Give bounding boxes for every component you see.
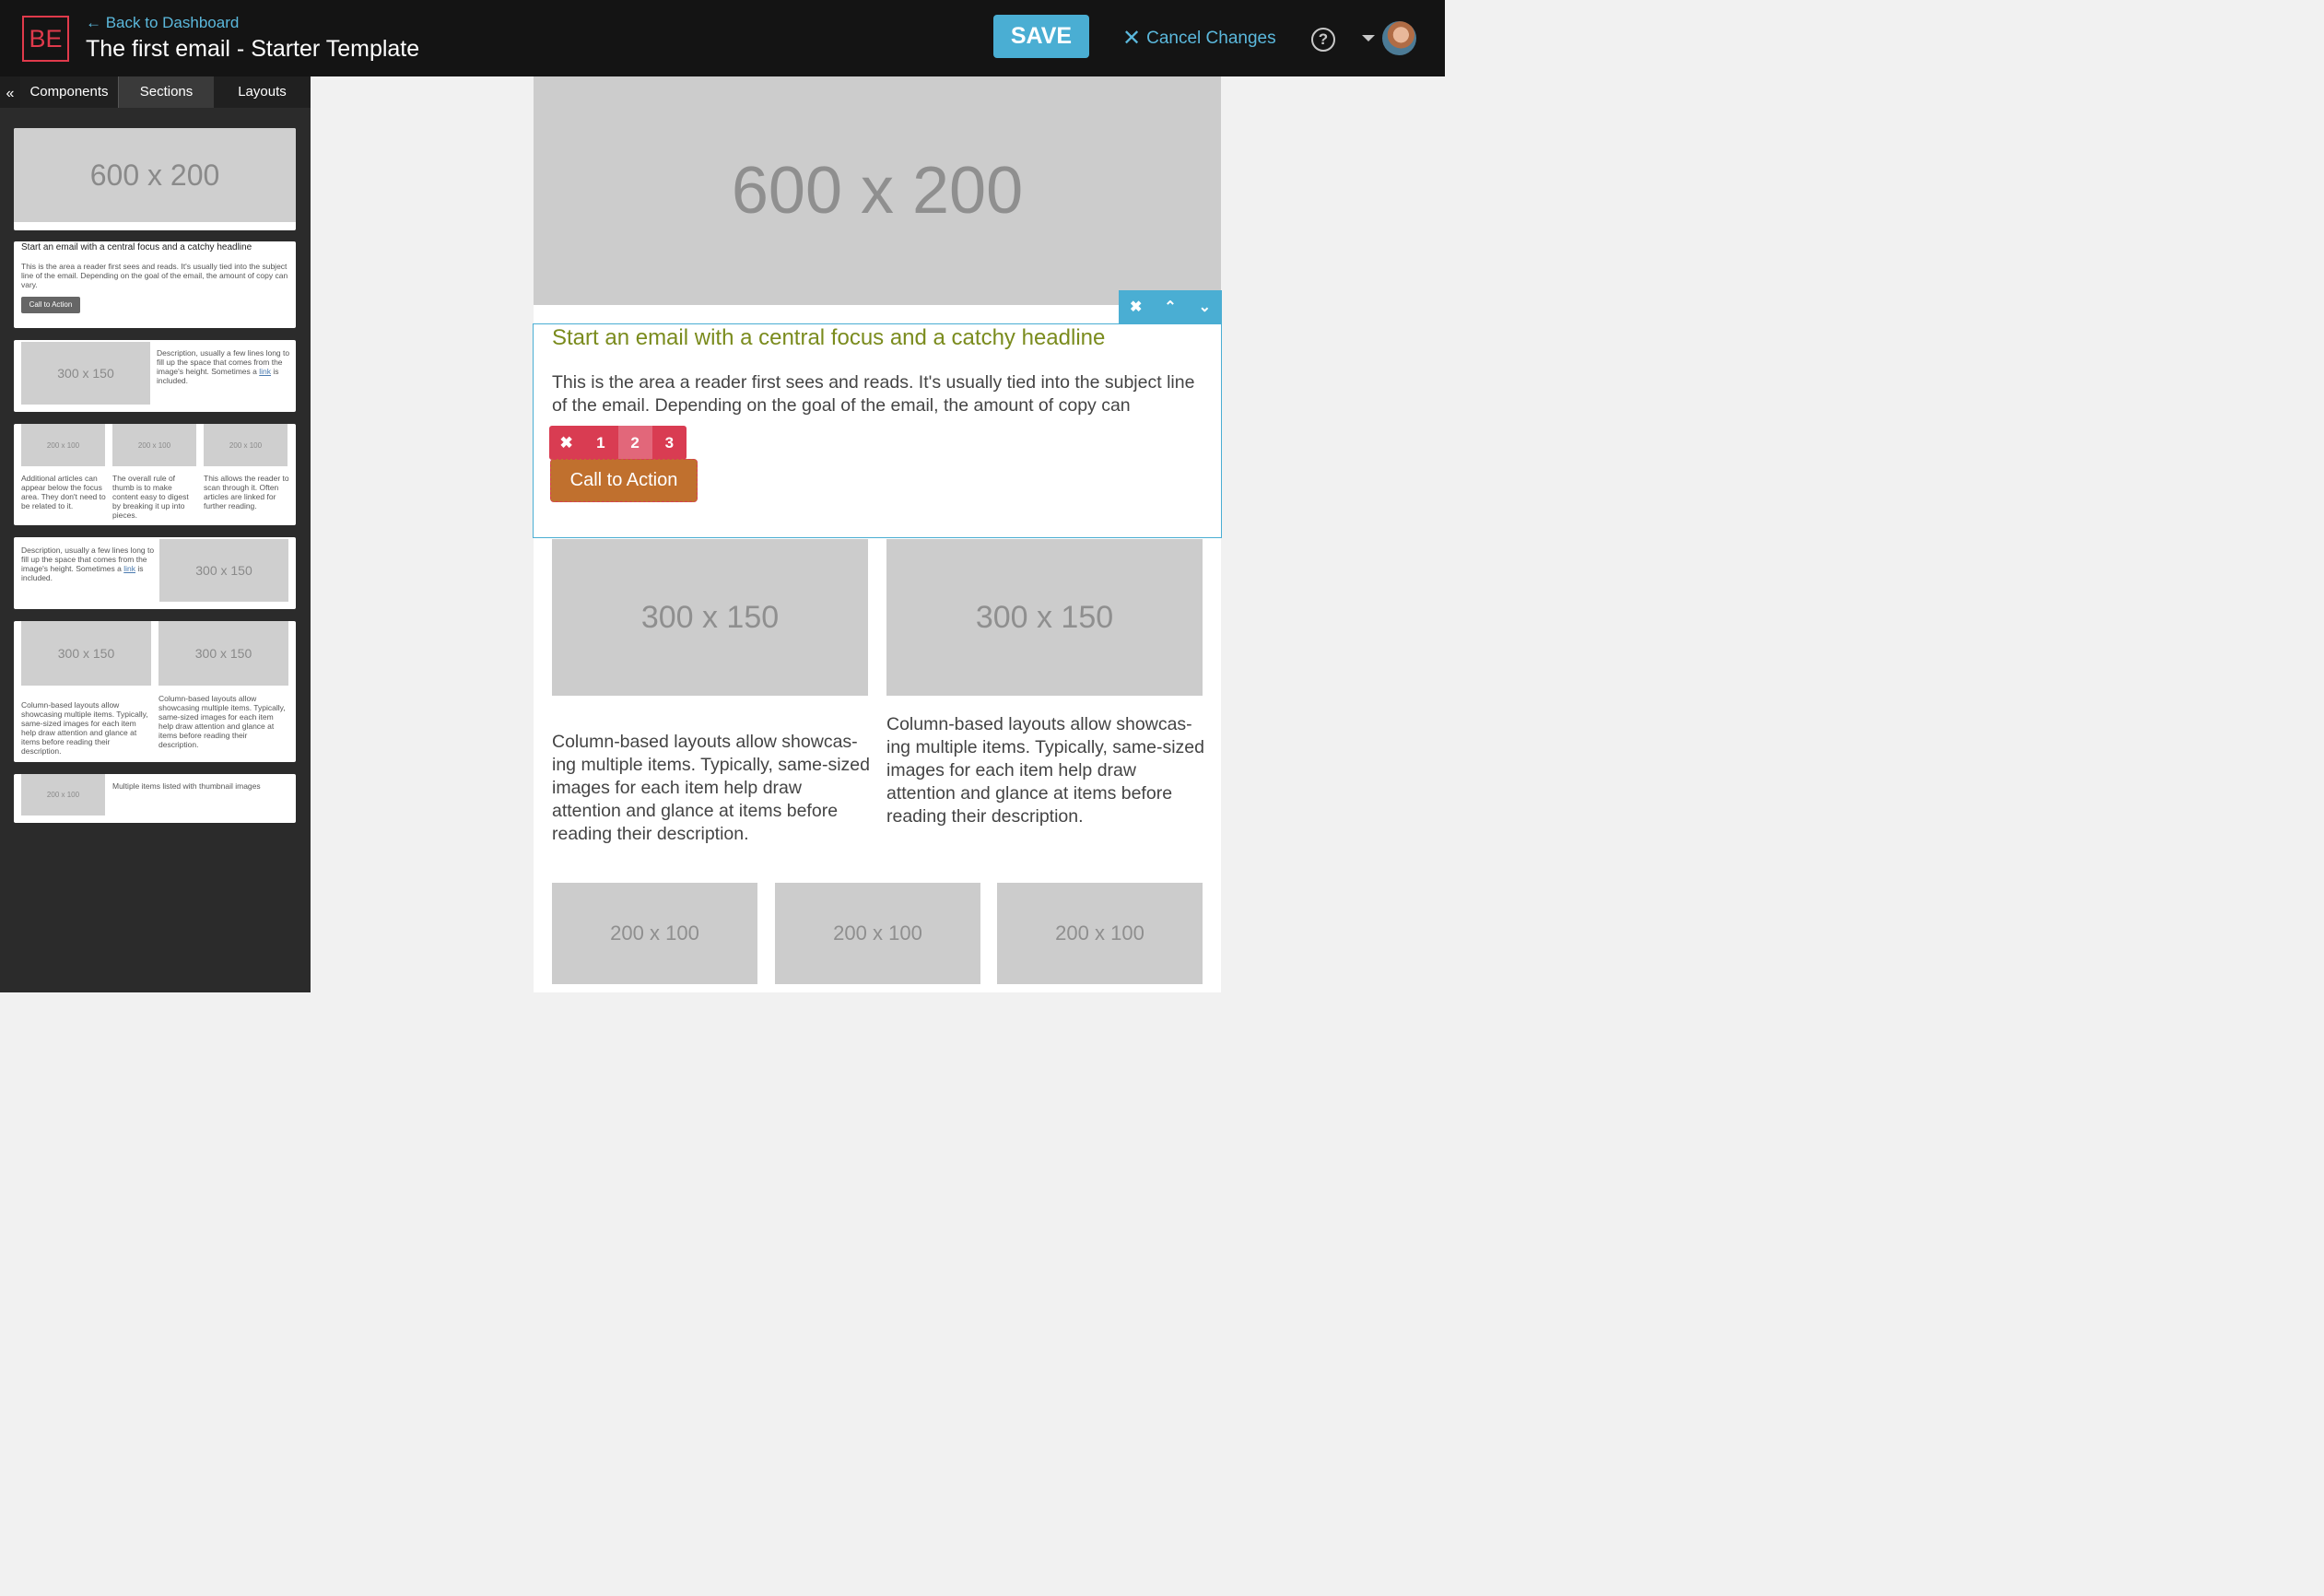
delete-button-icon[interactable]: ✖: [549, 426, 584, 460]
button-style-1[interactable]: 1: [583, 426, 618, 460]
article-placeholder-image[interactable]: 200 x 100: [775, 883, 980, 984]
move-down-icon[interactable]: ⌄: [1188, 290, 1222, 324]
cancel-changes-label: Cancel Changes: [1146, 29, 1276, 48]
tab-layouts[interactable]: Layouts: [214, 76, 311, 108]
move-up-icon[interactable]: ⌃: [1153, 290, 1187, 324]
section-thumb-list[interactable]: 200 x 100 Multiple items listed with thu…: [14, 774, 296, 823]
thumb-placeholder-image: 300 x 150: [159, 539, 288, 602]
thumb-body: This is the area a reader first sees and…: [21, 262, 288, 289]
section-toolbar: ✖ ⌃ ⌄: [1119, 290, 1222, 324]
button-style-toolbar: ✖ 1 2 3: [549, 426, 687, 460]
article-placeholder-image[interactable]: 200 x 100: [552, 883, 757, 984]
column-text[interactable]: Column-based layouts allow showcas-ing m…: [552, 731, 871, 846]
thumb-column-text: The overall rule of thumb is to make con…: [112, 474, 189, 520]
logo: BE: [22, 16, 69, 62]
cancel-changes-button[interactable]: ✕ Cancel Changes: [1122, 26, 1276, 51]
button-style-2[interactable]: 2: [617, 426, 652, 460]
delete-section-icon[interactable]: ✖: [1119, 290, 1153, 324]
thumb-placeholder-image: 200 x 100: [21, 774, 105, 816]
column-text[interactable]: Column-based layouts allow showcas-ing m…: [886, 713, 1205, 828]
column-placeholder-image[interactable]: 300 x 150: [552, 539, 868, 696]
call-to-action-button[interactable]: Call to Action: [550, 459, 698, 502]
section-thumb-focus[interactable]: Start an email with a central focus and …: [14, 241, 296, 328]
section-thumb-hero[interactable]: 600 x 200: [14, 128, 296, 230]
section-thumb-two-columns[interactable]: 300 x 150 300 x 150 Column-based layouts…: [14, 621, 296, 762]
thumb-placeholder-image: 300 x 150: [158, 621, 288, 686]
help-icon[interactable]: ?: [1311, 28, 1335, 52]
thumb-placeholder-image: 300 x 150: [21, 342, 150, 405]
thumb-headline: Start an email with a central focus and …: [21, 242, 252, 252]
column-placeholder-image[interactable]: 300 x 150: [886, 539, 1203, 696]
section-headline[interactable]: Start an email with a central focus and …: [552, 325, 1105, 351]
sidebar-tabs: « Components Sections Layouts: [0, 76, 311, 108]
section-thumb-image-left[interactable]: 300 x 150 Description, usually a few lin…: [14, 340, 296, 412]
section-body-text[interactable]: This is the area a reader first sees and…: [552, 371, 1197, 417]
chevron-down-icon[interactable]: [1362, 35, 1375, 41]
thumb-column-text: Column-based layouts allow showcasing mu…: [158, 694, 286, 749]
collapse-sidebar-icon[interactable]: «: [0, 76, 20, 108]
hero-placeholder-image[interactable]: 600 x 200: [534, 76, 1221, 305]
thumb-column-text: This allows the reader to scan through i…: [204, 474, 289, 510]
thumb-description: Description, usually a few lines long to…: [157, 348, 290, 385]
thumb-placeholder-image: 600 x 200: [14, 128, 296, 222]
thumb-placeholder-image: 200 x 100: [21, 424, 105, 466]
save-button[interactable]: SAVE: [993, 15, 1089, 58]
avatar[interactable]: [1382, 21, 1416, 55]
thumb-column-text: Column-based layouts allow showcasing mu…: [21, 700, 148, 756]
tab-components[interactable]: Components: [20, 76, 118, 108]
section-thumb-image-right[interactable]: Description, usually a few lines long to…: [14, 537, 296, 609]
thumb-placeholder-image: 200 x 100: [204, 424, 288, 466]
page-title: The first email - Starter Template: [86, 36, 420, 62]
button-style-3[interactable]: 3: [651, 426, 687, 460]
close-icon: ✕: [1122, 26, 1142, 51]
section-thumb-three-columns[interactable]: 200 x 100 200 x 100 200 x 100 Additional…: [14, 424, 296, 525]
thumb-description: Description, usually a few lines long to…: [21, 546, 155, 582]
tab-sections[interactable]: Sections: [118, 76, 214, 108]
back-to-dashboard-link[interactable]: ← Back to Dashboard: [86, 14, 239, 32]
article-placeholder-image[interactable]: 200 x 100: [997, 883, 1203, 984]
top-bar: BE ← Back to Dashboard The first email -…: [0, 0, 1445, 76]
thumb-column-text: Additional articles can appear below the…: [21, 474, 106, 510]
thumb-cta: Call to Action: [21, 297, 80, 313]
thumb-placeholder-image: 200 x 100: [112, 424, 196, 466]
thumb-list-text: Multiple items listed with thumbnail ima…: [112, 781, 261, 791]
thumb-placeholder-image: 300 x 150: [21, 621, 151, 686]
